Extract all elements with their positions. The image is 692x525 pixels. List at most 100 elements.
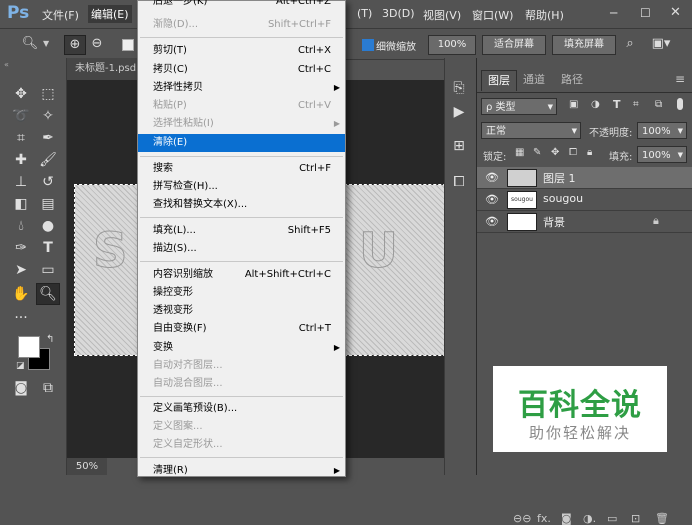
tab-channels[interactable]: 通道	[517, 70, 551, 90]
foreground-color-swatch[interactable]	[18, 336, 40, 358]
dodge-tool-icon[interactable]: ●	[37, 216, 59, 236]
menu-item-purge[interactable]: 清理(R) ▶	[138, 462, 345, 480]
more-tools-icon[interactable]: ···	[10, 308, 32, 328]
maximize-icon[interactable]: ☐	[640, 6, 651, 20]
zoom-level-field[interactable]: 50%	[67, 458, 107, 475]
menu-item-define-brush[interactable]: 定义画笔预设(B)...	[138, 400, 345, 418]
filter-toggle-icon[interactable]	[677, 98, 683, 110]
menu-item-copy-special[interactable]: 选择性拷贝 ▶	[138, 79, 345, 97]
lock-artboard-icon[interactable]: ⧠	[569, 147, 577, 158]
menu-item-spell-check[interactable]: 拼写检查(H)...	[138, 178, 345, 196]
lock-position-icon[interactable]: ✥	[551, 147, 559, 158]
add-mask-icon[interactable]: ◙	[561, 512, 572, 525]
menu-item-find-replace[interactable]: 查找和替换文本(X)...	[138, 196, 345, 214]
magic-wand-icon[interactable]: ✧	[37, 106, 59, 126]
close-icon[interactable]: ✕	[670, 5, 681, 20]
menu-item-search[interactable]: 搜索 Ctrl+F	[138, 160, 345, 178]
menu-item-copy[interactable]: 拷贝(C) Ctrl+C	[138, 61, 345, 79]
marquee-tool-icon[interactable]: ⬚	[37, 84, 59, 104]
menu-item-fade[interactable]: 渐隐(D)... Shift+Ctrl+F	[138, 16, 345, 34]
opacity-field[interactable]: 100% ▼	[637, 122, 687, 139]
delete-layer-icon[interactable]: 🗑︎	[655, 512, 669, 525]
fill-field[interactable]: 100% ▼	[637, 146, 687, 163]
menu-item-perspective-warp[interactable]: 透视变形	[138, 302, 345, 320]
chevron-down-icon[interactable]: ▼	[43, 39, 49, 48]
path-select-icon[interactable]: ➤	[10, 260, 32, 280]
crop-tool-icon[interactable]: ⌗	[10, 128, 32, 148]
layer-row[interactable]: 👁︎ 图层 1	[477, 167, 692, 189]
history-brush-icon[interactable]: ↺	[37, 172, 59, 192]
scrubby-zoom-checkbox[interactable]	[362, 39, 374, 51]
layer-row[interactable]: 👁︎ 背景 🔒︎	[477, 211, 692, 233]
blur-tool-icon[interactable]: 💧︎	[10, 216, 32, 236]
healing-brush-icon[interactable]: ✚	[10, 150, 32, 170]
layer-filter-select[interactable]: ρ 类型 ▼	[481, 98, 557, 115]
filter-smart-icon[interactable]: ⧉	[655, 99, 662, 110]
paragraph-panel-icon[interactable]: ⧠	[448, 172, 470, 192]
swap-colors-icon[interactable]: ↰	[46, 334, 54, 345]
visibility-eye-icon[interactable]: 👁︎	[485, 171, 499, 184]
menu-item-auto-blend-layers[interactable]: 自动混合图层...	[138, 375, 345, 393]
pen-tool-icon[interactable]: ✑	[10, 238, 32, 258]
new-group-icon[interactable]: ▭	[607, 512, 617, 525]
zoom-tool-icon[interactable]: 🔍︎	[20, 35, 40, 53]
menu-window[interactable]: 窗口(W)	[472, 7, 513, 23]
menu-item-stroke[interactable]: 描边(S)...	[138, 240, 345, 258]
menu-item-clear[interactable]: 清除(E)	[138, 134, 345, 152]
collapse-icon[interactable]: «	[4, 60, 9, 69]
menu-help[interactable]: 帮助(H)	[525, 7, 564, 23]
filter-adjust-icon[interactable]: ◑	[591, 99, 600, 110]
menu-edit[interactable]: 编辑(E)	[88, 5, 132, 23]
menu-item-free-transform[interactable]: 自由变换(F) Ctrl+T	[138, 320, 345, 338]
visibility-eye-icon[interactable]: 👁︎	[485, 193, 499, 206]
menu-item-step-backward[interactable]: 后退一步(K) Alt+Ctrl+Z	[138, 0, 345, 11]
workspace-icon[interactable]: ▣▾	[648, 35, 674, 53]
menu-view[interactable]: 视图(V)	[423, 7, 461, 23]
lock-brush-icon[interactable]: ✎	[533, 147, 541, 158]
tab-layers[interactable]: 图层	[481, 70, 517, 91]
menu-item-fill[interactable]: 填充(L)... Shift+F5	[138, 222, 345, 240]
menu-item-transform[interactable]: 变换 ▶	[138, 339, 345, 357]
screen-mode-icon[interactable]: ⧉	[37, 378, 59, 398]
properties-panel-icon[interactable]: ⊞	[448, 136, 470, 156]
brush-tool-icon[interactable]: 🖌︎	[37, 150, 59, 170]
filter-pixel-icon[interactable]: ▣	[569, 99, 578, 110]
menu-item-puppet-warp[interactable]: 操控变形	[138, 284, 345, 302]
move-tool-icon[interactable]: ✥	[10, 84, 32, 104]
menu-item-define-shape[interactable]: 定义自定形状...	[138, 436, 345, 454]
lock-all-icon[interactable]: 🔒︎	[587, 147, 592, 158]
layer-row[interactable]: 👁︎ sougou sougou	[477, 189, 692, 211]
new-layer-icon[interactable]: ⊡	[631, 512, 640, 525]
fit-screen-button[interactable]: 适合屏幕	[482, 35, 546, 55]
zoom-tool-icon[interactable]: 🔍︎	[36, 283, 60, 305]
menu-item-paste-special[interactable]: 选择性粘贴(I) ▶	[138, 115, 345, 133]
link-layers-icon[interactable]: ⊖⊖	[513, 512, 531, 525]
zoom-in-icon[interactable]: ⊕	[64, 35, 86, 55]
blend-mode-select[interactable]: 正常 ▼	[481, 122, 581, 139]
quick-mask-icon[interactable]: ◙	[10, 378, 32, 398]
menu-item-cut[interactable]: 剪切(T) Ctrl+X	[138, 42, 345, 60]
visibility-eye-icon[interactable]: 👁︎	[485, 215, 499, 228]
tab-paths[interactable]: 路径	[555, 70, 589, 90]
rectangle-tool-icon[interactable]: ▭	[37, 260, 59, 280]
type-tool-icon[interactable]: T	[37, 238, 59, 258]
lock-pixels-icon[interactable]: ▦	[515, 147, 524, 158]
menu-item-paste[interactable]: 粘贴(P) Ctrl+V	[138, 97, 345, 115]
zoom-100-button[interactable]: 100%	[428, 35, 476, 55]
filter-type-icon[interactable]: T	[613, 98, 621, 111]
menu-file[interactable]: 文件(F)	[42, 7, 79, 23]
lasso-tool-icon[interactable]: ➰	[10, 106, 32, 126]
default-colors-icon[interactable]: ◪	[16, 361, 25, 371]
search-icon[interactable]: ⌕	[620, 35, 640, 53]
menu-3d[interactable]: 3D(D)	[382, 7, 415, 20]
hand-tool-icon[interactable]: ✋	[10, 284, 32, 304]
fx-icon[interactable]: fx.	[537, 512, 551, 525]
fill-screen-button[interactable]: 填充屏幕	[552, 35, 616, 55]
clone-stamp-icon[interactable]: ⊥	[10, 172, 32, 192]
menu-item-content-aware-scale[interactable]: 内容识别缩放 Alt+Shift+Ctrl+C	[138, 266, 345, 284]
zoom-out-icon[interactable]: ⊖	[87, 35, 107, 53]
panel-menu-icon[interactable]: ≡	[675, 72, 685, 86]
eraser-icon[interactable]: ◧	[10, 194, 32, 214]
canvas[interactable]: S	[74, 184, 138, 356]
minimize-icon[interactable]: ─	[610, 6, 617, 20]
